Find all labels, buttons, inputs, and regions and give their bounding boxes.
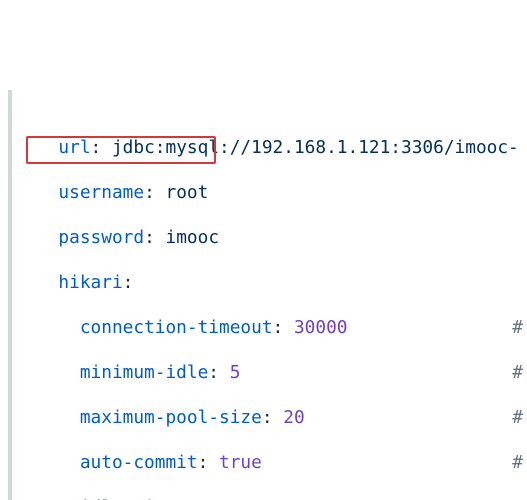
line-min-idle: minimum-idle: 5# <box>37 362 527 385</box>
key: auto-commit <box>80 452 198 473</box>
hash-comment: # <box>512 362 527 385</box>
value: true <box>219 452 262 473</box>
value: imooc <box>166 227 220 248</box>
line-password: password: imooc <box>37 227 527 250</box>
value: 30000 <box>294 317 348 338</box>
line-hikari: hikari: <box>37 272 527 295</box>
line-url: url: jdbc:mysql://192.168.1.121:3306/imo… <box>37 137 527 160</box>
key: minimum-idle <box>80 362 208 383</box>
hash-comment: # <box>512 452 527 475</box>
value: jdbc:mysql://192.168.1.121:3306/imooc- <box>112 137 519 158</box>
hash-comment: # <box>512 317 527 340</box>
value: 20 <box>283 407 304 428</box>
key: password <box>58 227 144 248</box>
value: 5 <box>230 362 241 383</box>
key: maximum-pool-size <box>80 407 262 428</box>
line-username: username: root <box>37 182 527 205</box>
line-auto-commit: auto-commit: true# <box>37 452 527 475</box>
yaml-code-block: url: jdbc:mysql://192.168.1.121:3306/imo… <box>8 90 527 500</box>
line-max-pool: maximum-pool-size: 20# <box>37 407 527 430</box>
hash-comment: # <box>512 407 527 430</box>
value: root <box>166 182 209 203</box>
yaml-code: url: jdbc:mysql://192.168.1.121:3306/imo… <box>37 115 527 500</box>
key: connection-timeout <box>80 317 273 338</box>
key: url <box>58 137 90 158</box>
key: hikari <box>58 272 122 293</box>
line-conn-timeout: connection-timeout: 30000# <box>37 317 527 340</box>
key: username <box>58 182 144 203</box>
